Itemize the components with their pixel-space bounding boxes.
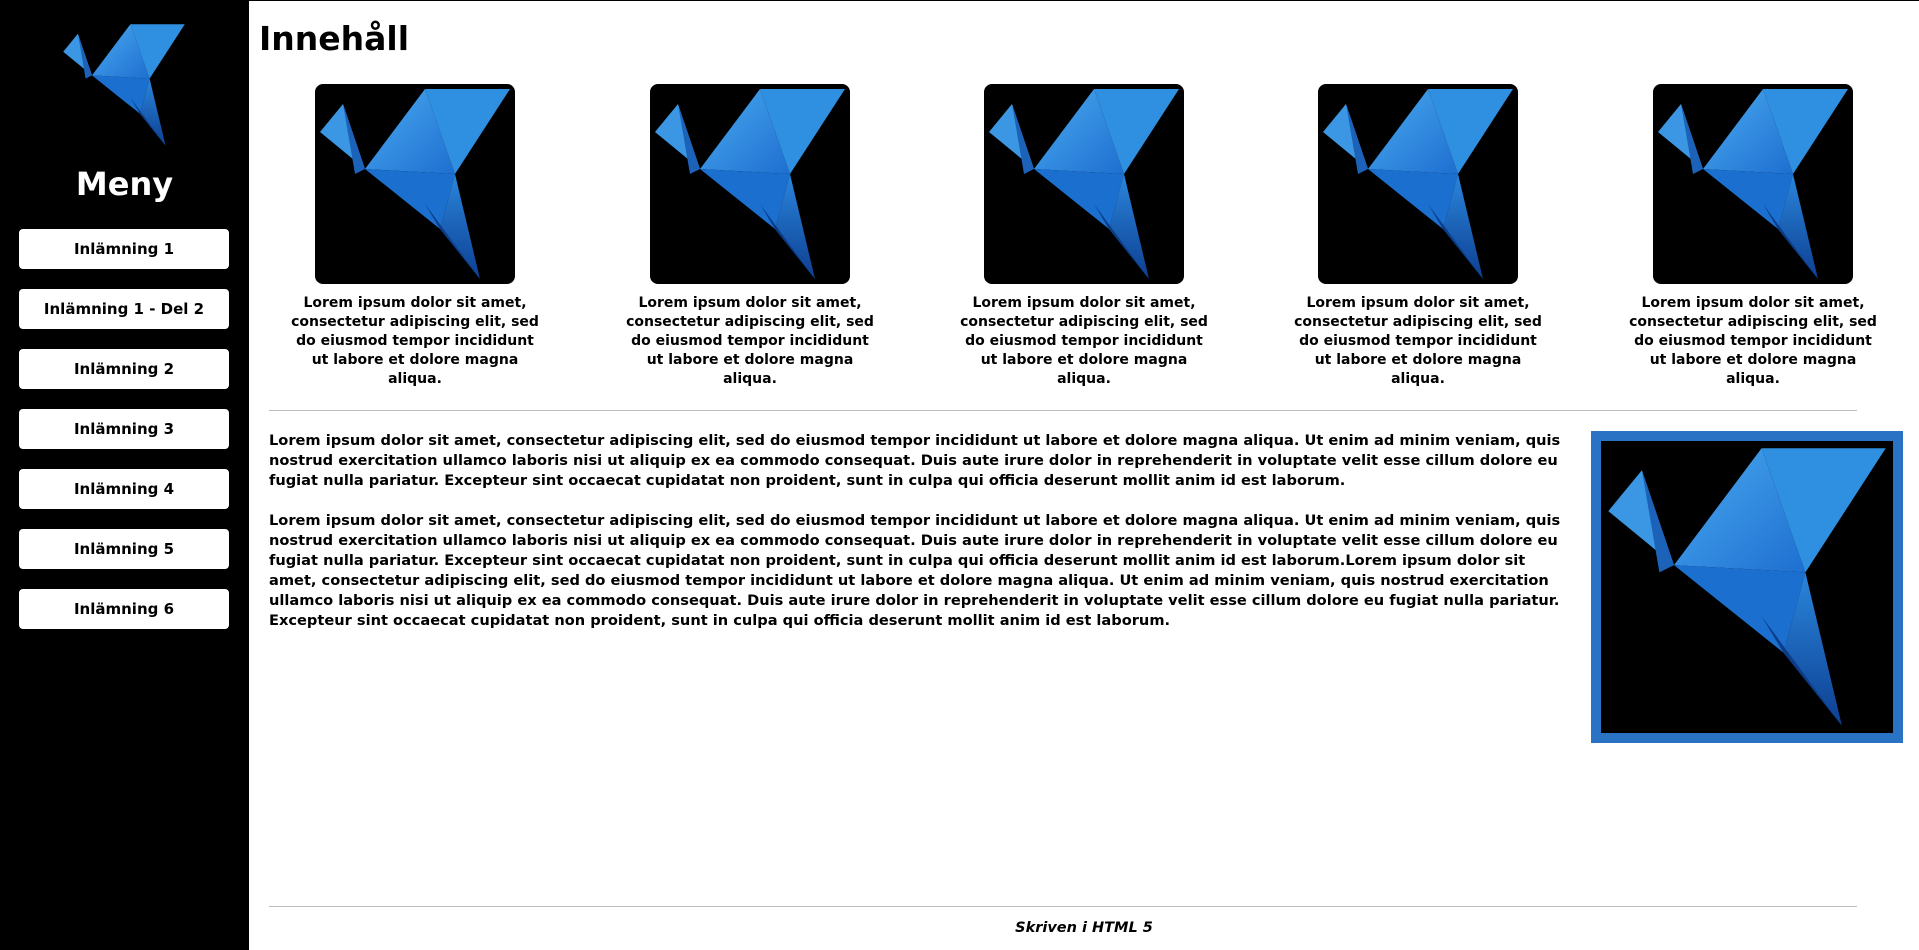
main-content: Innehåll Lorem ipsum dolor sit amet, con… — [249, 1, 1919, 950]
nav-button-label: Inlämning 1 — [73, 240, 175, 258]
gallery-caption: Lorem ipsum dolor sit amet, consectetur … — [291, 295, 539, 387]
nav-button-inlamning-1[interactable]: Inlämning 1 — [19, 229, 229, 269]
nav-button-inlamning-5[interactable]: Inlämning 5 — [19, 529, 229, 569]
footer-text: Skriven i HTML 5 — [1015, 920, 1153, 936]
origami-bird-icon — [315, 84, 515, 284]
nav-button-inlamning-4[interactable]: Inlämning 4 — [19, 469, 229, 509]
nav-button-inlamning-2[interactable]: Inlämning 2 — [19, 349, 229, 389]
nav-button-label: Inlämning 4 — [73, 480, 175, 498]
origami-bird-icon — [984, 84, 1184, 284]
footer-divider — [269, 906, 1857, 907]
origami-bird-icon — [1601, 441, 1893, 733]
nav-button-inlamning-6[interactable]: Inlämning 6 — [19, 589, 229, 629]
gallery-caption: Lorem ipsum dolor sit amet, consectetur … — [1294, 295, 1542, 387]
origami-bird-icon — [1653, 84, 1853, 284]
divider — [269, 410, 1857, 411]
gallery-caption: Lorem ipsum dolor sit amet, consectetur … — [626, 295, 874, 387]
gallery-caption: Lorem ipsum dolor sit amet, consectetur … — [960, 295, 1208, 387]
article-paragraph: Lorem ipsum dolor sit amet, consectetur … — [269, 512, 1561, 629]
page-title: Innehåll — [259, 19, 410, 58]
origami-bird-icon — [1318, 84, 1518, 284]
nav-button-label: Inlämning 3 — [73, 420, 175, 438]
nav-button-label: Inlämning 1 - Del 2 — [43, 300, 205, 318]
sidebar: Meny Inlämning 1 Inlämning 1 - Del 2 Inl… — [0, 1, 249, 950]
feature-image-frame — [1591, 431, 1903, 743]
origami-bird-icon — [650, 84, 850, 284]
article-text: Lorem ipsum dolor sit amet, consectetur … — [269, 431, 1564, 651]
nav-button-inlamning-3[interactable]: Inlämning 3 — [19, 409, 229, 449]
nav-button-label: Inlämning 6 — [73, 600, 175, 618]
nav-button-label: Inlämning 5 — [73, 540, 175, 558]
gallery-caption: Lorem ipsum dolor sit amet, consectetur … — [1629, 295, 1877, 387]
menu-title: Meny — [75, 165, 174, 203]
nav-button-label: Inlämning 2 — [73, 360, 175, 378]
nav-button-inlamning-1-del-2[interactable]: Inlämning 1 - Del 2 — [19, 289, 229, 329]
article-paragraph: Lorem ipsum dolor sit amet, consectetur … — [269, 432, 1561, 489]
origami-bird-icon — [60, 21, 188, 149]
